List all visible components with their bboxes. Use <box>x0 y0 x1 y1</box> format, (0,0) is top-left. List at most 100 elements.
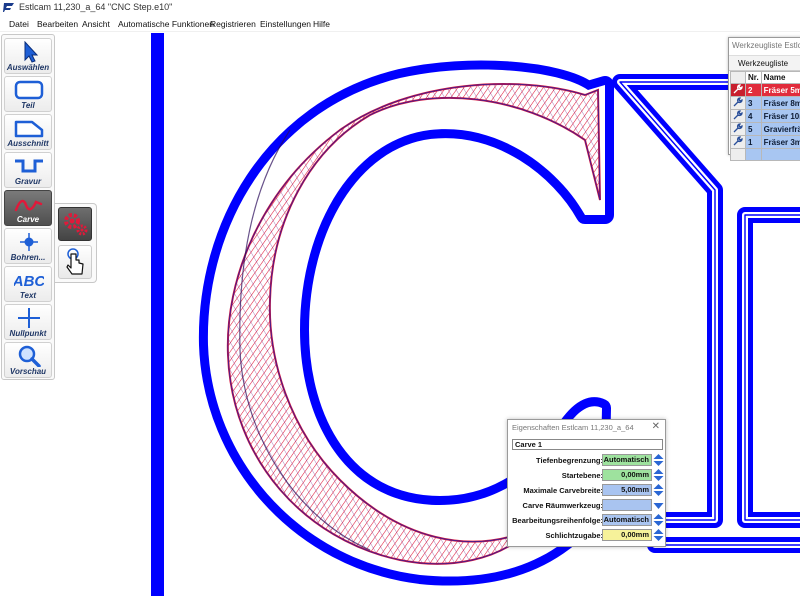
tool-list-window-title: Werkzeugliste Estlcam <box>732 41 800 50</box>
tool-table: Nr. Name 2 Fräser 5mm 3 Fräser 8mm 4 Frä… <box>730 71 800 161</box>
property-label: Maximale Carvebreite: <box>523 486 603 495</box>
wrench-icon <box>730 122 746 136</box>
tool-label: Ausschnitt <box>7 139 49 148</box>
property-value-field[interactable] <box>602 499 652 511</box>
property-value-field[interactable]: 0,00mm <box>602 529 652 541</box>
tool-label: Text <box>19 291 37 300</box>
tool-nr: 3 <box>745 96 762 110</box>
menu-einstellungen[interactable]: Einstellungen <box>260 19 311 29</box>
property-value-field[interactable]: Automatisch <box>602 454 652 466</box>
hand-pointer-icon <box>66 248 84 275</box>
tool-name: Fräser 3mm <box>760 135 800 149</box>
magnifier-icon <box>18 345 41 367</box>
menu-bearbeiten[interactable]: Bearbeiten <box>37 19 78 29</box>
tool-name: Fräser 5mm <box>760 83 800 97</box>
drill-crosshair-icon <box>20 233 38 251</box>
carve-select-button[interactable] <box>58 245 92 279</box>
tool-label: Carve <box>16 215 40 224</box>
tool-vorschau-button[interactable]: Vorschau <box>4 342 52 378</box>
menu-registrieren[interactable]: Registrieren <box>210 19 256 29</box>
tab-label: Werkzeugliste <box>738 59 789 68</box>
menu-ansicht[interactable]: Ansicht <box>82 19 110 29</box>
element-name-field[interactable]: Carve 1 <box>512 439 663 450</box>
carve-settings-button[interactable] <box>58 207 92 241</box>
dropdown-arrow-icon[interactable] <box>653 499 664 511</box>
tool-nr: 5 <box>745 122 762 136</box>
up-down-spinner-icon[interactable] <box>653 514 664 526</box>
carve-subtool-palette <box>55 203 97 283</box>
drawing-canvas[interactable] <box>0 33 800 596</box>
wrench-icon <box>730 135 746 149</box>
close-icon[interactable]: ✕ <box>652 421 660 432</box>
carve-curve-icon <box>14 199 43 212</box>
cad-drawing[interactable] <box>0 33 800 596</box>
menu-bar: Datei Bearbeiten Ansicht Automatische Fu… <box>0 16 800 32</box>
tool-nullpunkt-button[interactable]: Nullpunkt <box>4 304 52 340</box>
tool-palette: Auswählen Teil Ausschnitt Gravur Carve B… <box>1 34 55 380</box>
tool-teil-button[interactable]: Teil <box>4 76 52 112</box>
wrench-icon <box>730 109 746 123</box>
tab-werkzeugliste[interactable]: Werkzeugliste <box>729 55 800 71</box>
frame-edge-line <box>151 33 164 596</box>
table-row-empty[interactable] <box>730 148 800 161</box>
property-label: Tiefenbegrenzung: <box>536 456 603 465</box>
abc-text-icon: ABC <box>14 273 44 290</box>
part-outline-icon <box>14 80 44 100</box>
tool-bohren-button[interactable]: Bohren... <box>4 228 52 264</box>
tool-auswaehlen-button[interactable]: Auswählen <box>4 38 52 74</box>
tool-name: Fräser 10mm <box>760 109 800 123</box>
property-row: Schlichtzugabe: 0,00mm <box>508 529 667 542</box>
table-row[interactable]: 5 Gravierfräser <box>730 122 800 136</box>
property-row: Bearbeitungsreihenfolge: Automatisch <box>508 514 667 527</box>
wrench-icon <box>730 83 746 97</box>
tool-text-button[interactable]: ABC Text <box>4 266 52 302</box>
window-title: Estlcam 11,230_a_64 "CNC Step.e10" <box>19 2 173 12</box>
origin-cross-icon <box>18 308 40 328</box>
table-row[interactable]: 1 Fräser 3mm <box>730 135 800 149</box>
tool-nr: 2 <box>745 83 762 97</box>
engrave-path-icon <box>15 159 43 173</box>
tool-label: Nullpunkt <box>9 329 47 338</box>
tool-label: Teil <box>21 101 35 110</box>
property-label: Schlichtzugabe: <box>545 531 603 540</box>
tool-list-window: Werkzeugliste Estlcam Werkzeugliste Nr. … <box>728 37 800 161</box>
menu-automatische-funktionen[interactable]: Automatische Funktionen <box>118 19 214 29</box>
cursor-arrow-icon <box>24 41 39 63</box>
up-down-spinner-icon[interactable] <box>653 454 664 466</box>
tool-ausschnitt-button[interactable]: Ausschnitt <box>4 114 52 150</box>
property-row: Carve Räumwerkzeug: <box>508 499 667 512</box>
tool-label: Bohren... <box>10 253 46 262</box>
table-header-icon <box>730 71 746 84</box>
properties-window: Eigenschaften Estlcam 11,230_a_64 ✕ Carv… <box>507 419 666 547</box>
table-header-name: Name <box>760 71 800 84</box>
cutout-outline-icon <box>14 120 44 138</box>
properties-window-title: Eigenschaften Estlcam 11,230_a_64 <box>512 423 634 432</box>
gears-settings-icon <box>64 213 88 236</box>
tool-nr: 1 <box>745 135 762 149</box>
property-value-field[interactable]: 5,00mm <box>602 484 652 496</box>
tool-name: Fräser 8mm <box>760 96 800 110</box>
svg-text:ABC: ABC <box>14 273 44 290</box>
up-down-spinner-icon[interactable] <box>653 529 664 541</box>
tool-gravur-button[interactable]: Gravur <box>4 152 52 188</box>
tool-nr: 4 <box>745 109 762 123</box>
property-label: Carve Räumwerkzeug: <box>522 501 603 510</box>
menu-datei[interactable]: Datei <box>9 19 29 29</box>
empty-cell <box>745 148 762 161</box>
menu-hilfe[interactable]: Hilfe <box>313 19 330 29</box>
property-label: Startebene: <box>561 471 603 480</box>
table-row[interactable]: 4 Fräser 10mm <box>730 109 800 123</box>
up-down-spinner-icon[interactable] <box>653 469 664 481</box>
estlcam-logo-icon <box>3 3 14 12</box>
table-row[interactable]: 2 Fräser 5mm <box>730 83 800 97</box>
empty-cell <box>730 148 746 161</box>
tool-carve-button[interactable]: Carve <box>4 190 52 226</box>
table-row[interactable]: 3 Fräser 8mm <box>730 96 800 110</box>
up-down-spinner-icon[interactable] <box>653 484 664 496</box>
table-header-nr: Nr. <box>745 71 762 84</box>
wrench-icon <box>730 96 746 110</box>
tool-label: Gravur <box>14 177 42 186</box>
property-value-field[interactable]: Automatisch <box>602 514 652 526</box>
property-value-field[interactable]: 0,00mm <box>602 469 652 481</box>
property-row: Startebene: 0,00mm <box>508 469 667 482</box>
